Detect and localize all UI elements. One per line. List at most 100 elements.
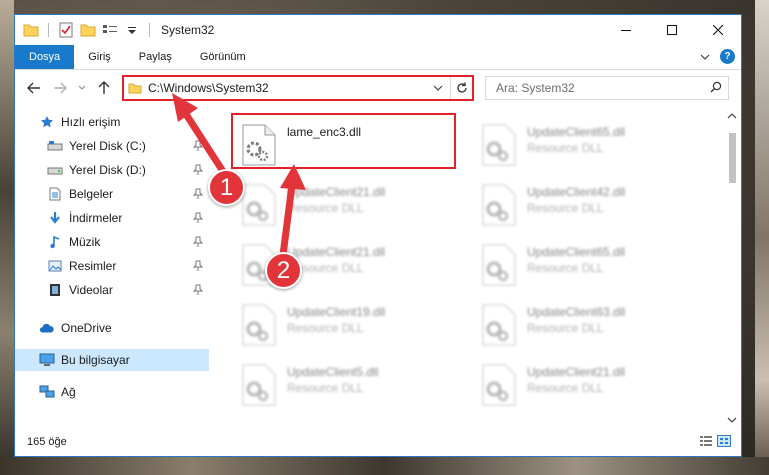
large-icons-view-icon[interactable] bbox=[717, 435, 731, 447]
tab-share[interactable]: Paylaş bbox=[125, 45, 186, 69]
desktop-background-right bbox=[755, 0, 769, 475]
pictures-icon bbox=[47, 258, 63, 274]
file-tile[interactable]: UpdateClient21.dll Resource DLL bbox=[475, 355, 715, 411]
pin-icon[interactable] bbox=[192, 140, 204, 154]
file-type: Resource DLL bbox=[527, 261, 604, 275]
nav-onedrive[interactable]: OneDrive bbox=[15, 317, 209, 339]
tab-home[interactable]: Giriş bbox=[74, 45, 125, 69]
file-explorer-window: System32 Dosya Giriş Paylaş Görünüm ? C:… bbox=[14, 14, 742, 457]
file-tile-lame-enc3[interactable]: lame_enc3.dll bbox=[235, 115, 475, 171]
nav-item-videos[interactable]: Videolar bbox=[15, 279, 209, 301]
nav-item-drive-c[interactable]: Yerel Disk (C:) bbox=[15, 135, 209, 157]
file-type: Resource DLL bbox=[527, 201, 604, 215]
callout-step-1: 1 bbox=[208, 169, 245, 206]
file-type: Resource DLL bbox=[527, 141, 604, 155]
file-name: UpdateClient63.dll bbox=[527, 305, 626, 319]
nav-label: İndirmeler bbox=[69, 211, 123, 225]
file-name: UpdateClient65.dll bbox=[527, 125, 626, 139]
chevron-down-icon bbox=[78, 85, 86, 90]
view-toggle bbox=[699, 435, 731, 447]
scroll-down-icon[interactable] bbox=[727, 415, 737, 425]
search-input[interactable] bbox=[496, 81, 696, 95]
search-box[interactable] bbox=[485, 76, 729, 100]
pin-icon[interactable] bbox=[192, 212, 204, 226]
refresh-button[interactable] bbox=[450, 77, 472, 99]
expand-ribbon-icon[interactable] bbox=[700, 50, 710, 64]
nav-label: Belgeler bbox=[69, 187, 114, 201]
nav-label: Hızlı erişim bbox=[61, 115, 121, 129]
quick-access-toolbar bbox=[15, 22, 153, 38]
star-icon bbox=[39, 114, 55, 130]
file-name: UpdateClient21.dll bbox=[527, 365, 626, 379]
search-icon bbox=[710, 81, 722, 96]
file-tile[interactable]: UpdateClient5.dll Resource DLL bbox=[235, 355, 475, 411]
file-tile[interactable]: UpdateClient65.dll Resource DLL bbox=[475, 115, 715, 171]
navigation-pane: Hızlı erişim Yerel Disk (C:) Yerel Disk … bbox=[15, 107, 209, 429]
downloads-icon bbox=[47, 210, 63, 226]
tab-view[interactable]: Görünüm bbox=[186, 45, 260, 69]
vertical-scrollbar[interactable] bbox=[724, 107, 741, 429]
new-folder-icon[interactable] bbox=[80, 22, 96, 38]
maximize-button[interactable] bbox=[649, 15, 695, 45]
music-icon bbox=[47, 234, 63, 250]
nav-this-pc[interactable]: Bu bilgisayar bbox=[15, 349, 209, 371]
help-button[interactable]: ? bbox=[720, 49, 735, 64]
file-tile[interactable]: UpdateClient63.dll Resource DLL bbox=[475, 295, 715, 351]
address-dropdown-icon[interactable] bbox=[430, 77, 446, 99]
callout-step-2: 2 bbox=[265, 252, 302, 289]
pin-icon[interactable] bbox=[192, 188, 204, 202]
drive-c-icon bbox=[47, 138, 63, 154]
status-bar: 165 öğe bbox=[15, 428, 741, 456]
up-button[interactable] bbox=[93, 77, 115, 99]
maximize-icon bbox=[667, 25, 677, 35]
file-tile[interactable]: UpdateClient65.dll Resource DLL bbox=[475, 235, 715, 291]
nav-quick-access[interactable]: Hızlı erişim bbox=[15, 111, 209, 133]
file-type: Resource DLL bbox=[287, 381, 364, 395]
pin-icon[interactable] bbox=[192, 284, 204, 298]
file-type: Resource DLL bbox=[527, 381, 604, 395]
pin-icon[interactable] bbox=[192, 164, 204, 178]
nav-item-music[interactable]: Müzik bbox=[15, 231, 209, 253]
file-tile[interactable]: UpdateClient21.dll Resource DLL bbox=[235, 175, 475, 231]
ribbon-tabs: Dosya Giriş Paylaş Görünüm ? bbox=[15, 45, 741, 70]
file-tile[interactable]: UpdateClient42.dll Resource DLL bbox=[475, 175, 715, 231]
forward-button[interactable] bbox=[49, 77, 71, 99]
recent-locations-button[interactable] bbox=[71, 77, 93, 99]
dll-file-icon bbox=[482, 124, 516, 166]
scroll-up-icon[interactable] bbox=[727, 111, 737, 121]
nav-item-drive-d[interactable]: Yerel Disk (D:) bbox=[15, 159, 209, 181]
customize-dropdown-icon[interactable] bbox=[124, 22, 140, 38]
minimize-icon bbox=[621, 30, 631, 31]
nav-item-documents[interactable]: Belgeler bbox=[15, 183, 209, 205]
dll-file-icon bbox=[242, 304, 276, 346]
view-menu-icon[interactable] bbox=[102, 22, 118, 38]
file-type: Resource DLL bbox=[287, 201, 364, 215]
address-bar[interactable]: C:\Windows\System32 bbox=[122, 75, 474, 101]
scrollbar-thumb[interactable] bbox=[729, 133, 736, 183]
details-view-icon[interactable] bbox=[699, 435, 713, 447]
nav-item-downloads[interactable]: İndirmeler bbox=[15, 207, 209, 229]
properties-check-icon[interactable] bbox=[58, 22, 74, 38]
pin-icon[interactable] bbox=[192, 260, 204, 274]
desktop-background-bottom bbox=[0, 457, 769, 475]
dll-file-icon bbox=[242, 364, 276, 406]
pin-icon[interactable] bbox=[192, 236, 204, 250]
back-button[interactable] bbox=[23, 77, 45, 99]
nav-item-pictures[interactable]: Resimler bbox=[15, 255, 209, 277]
nav-label: Yerel Disk (D:) bbox=[69, 163, 146, 177]
nav-label: Videolar bbox=[69, 283, 113, 297]
file-tile[interactable]: UpdateClient19.dll Resource DLL bbox=[235, 295, 475, 351]
minimize-button[interactable] bbox=[603, 15, 649, 45]
address-folder-icon bbox=[128, 82, 142, 94]
tab-file[interactable]: Dosya bbox=[15, 45, 75, 69]
ribbon-controls: ? bbox=[700, 49, 735, 64]
address-path[interactable]: C:\Windows\System32 bbox=[148, 81, 269, 95]
drive-d-icon bbox=[47, 162, 63, 178]
forward-arrow-icon bbox=[54, 82, 67, 94]
close-button[interactable] bbox=[695, 15, 741, 45]
refresh-icon bbox=[456, 82, 467, 93]
main-area: Hızlı erişim Yerel Disk (C:) Yerel Disk … bbox=[15, 107, 741, 429]
nav-network[interactable]: Ağ bbox=[15, 381, 209, 403]
nav-label: Resimler bbox=[69, 259, 117, 273]
nav-label: Müzik bbox=[69, 235, 101, 249]
